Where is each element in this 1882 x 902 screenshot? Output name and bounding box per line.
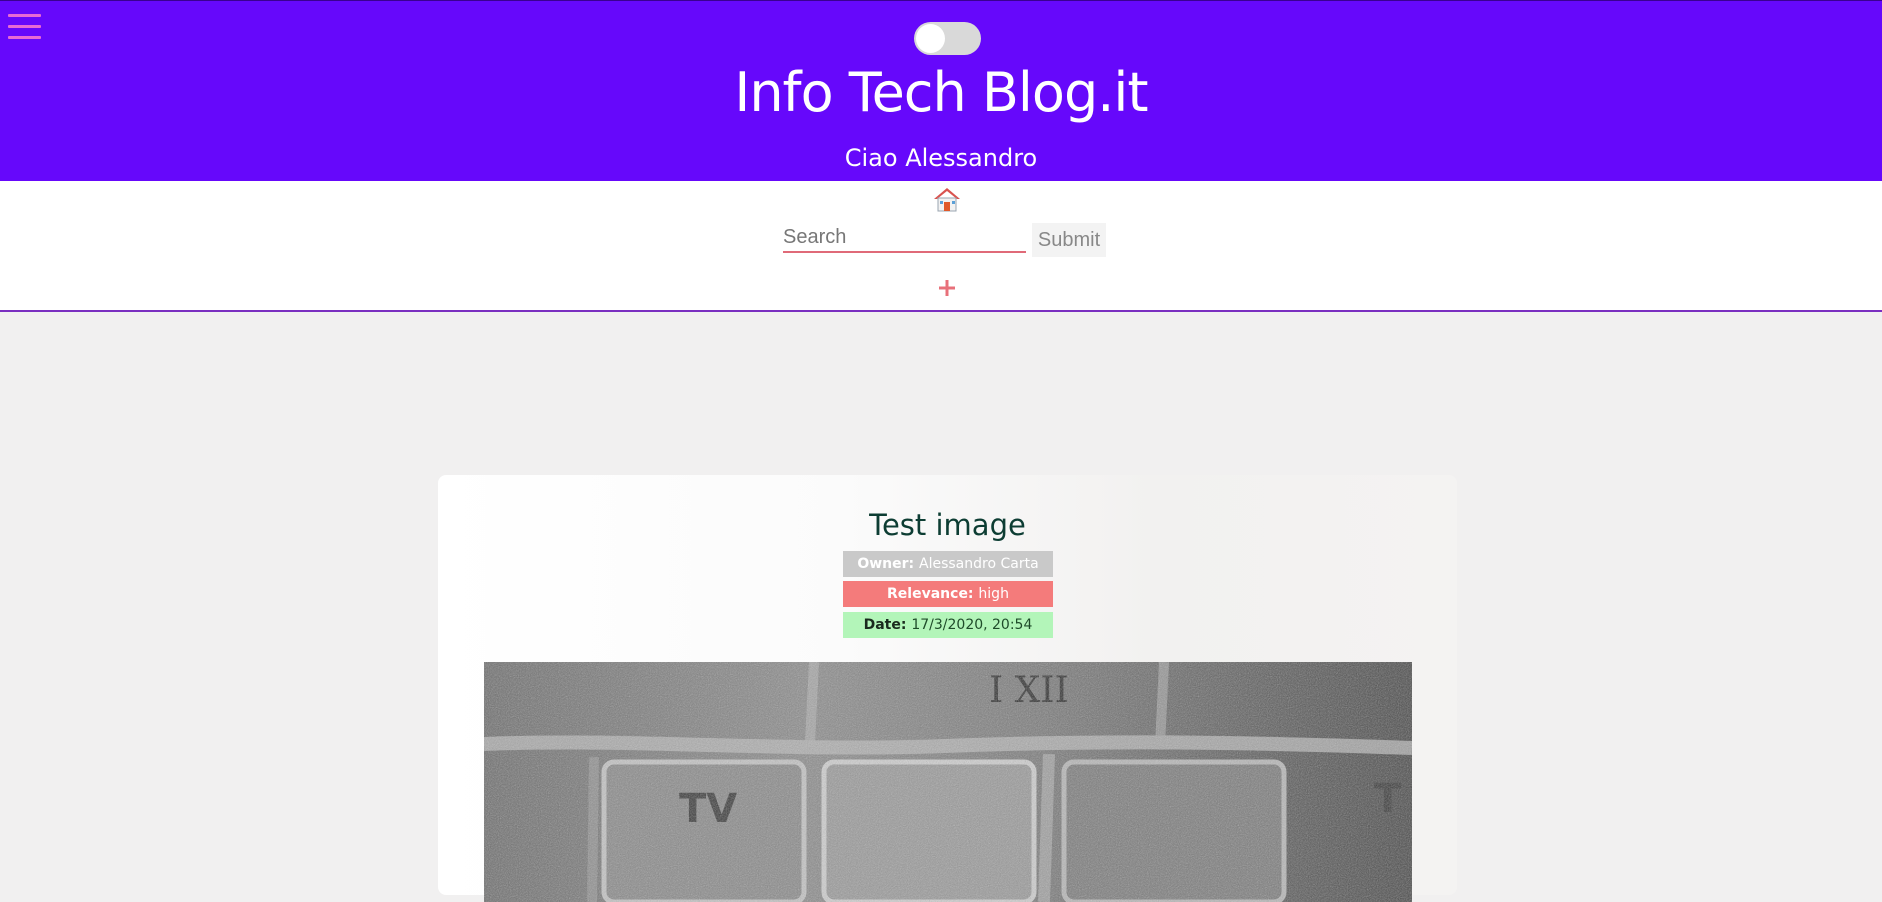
post-title[interactable]: Test image xyxy=(438,507,1457,543)
submit-button[interactable]: Submit xyxy=(1032,223,1106,257)
hamburger-menu-icon[interactable] xyxy=(8,14,41,40)
date-badge: Date: 17/3/2020, 20:54 xyxy=(843,612,1053,638)
relevance-value: high xyxy=(978,586,1009,602)
site-header: Info Tech Blog.it Ciao Alessandro xyxy=(0,0,1882,181)
site-title: Info Tech Blog.it xyxy=(734,61,1148,124)
owner-label: Owner: xyxy=(857,556,920,572)
owner-badge: Owner: Alessandro Carta xyxy=(843,551,1053,577)
nav-bar: Submit xyxy=(0,181,1882,312)
date-value: 17/3/2020, 20:54 xyxy=(911,617,1033,633)
plus-icon[interactable] xyxy=(936,277,958,299)
relevance-badge: Relevance: high xyxy=(843,581,1053,607)
house-icon[interactable] xyxy=(933,186,961,212)
date-label: Date: xyxy=(863,617,912,633)
relevance-label: Relevance: xyxy=(887,586,979,602)
owner-value: Alessandro Carta xyxy=(919,556,1039,572)
user-greeting: Ciao Alessandro xyxy=(844,144,1038,172)
toggle-knob xyxy=(916,24,945,53)
post-image: TV I XII T xyxy=(484,662,1412,902)
search-input[interactable] xyxy=(783,223,1026,253)
post-card: Test image Owner: Alessandro Carta Relev… xyxy=(438,475,1457,902)
theme-toggle[interactable] xyxy=(914,22,981,55)
